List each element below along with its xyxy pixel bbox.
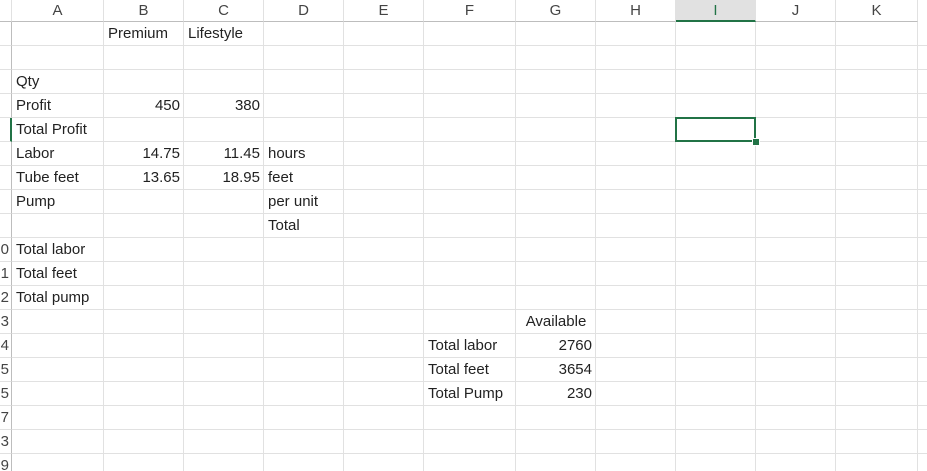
column-header-b[interactable]: B [104,0,184,22]
column-header-f[interactable]: F [424,0,516,22]
row-gridline [12,261,927,262]
row-gridline [12,285,927,286]
row-header[interactable]: 3 [0,310,12,334]
cell-d8[interactable]: per unit [264,190,344,214]
cell-b6[interactable]: 14.75 [104,142,184,166]
row-header[interactable] [0,166,12,190]
cell-a5[interactable]: Total Profit [12,118,104,142]
cell-f16[interactable]: Total Pump [424,382,516,406]
cell-c7[interactable]: 18.95 [184,166,264,190]
column-gridline [835,22,836,471]
row-gridline [12,69,927,70]
cell-b1[interactable]: Premium [104,22,184,46]
row-gridline [12,309,927,310]
cell-c6[interactable]: 11.45 [184,142,264,166]
cell-f15[interactable]: Total feet [424,358,516,382]
row-header[interactable]: 4 [0,334,12,358]
cell-f14[interactable]: Total labor [424,334,516,358]
cell-c1[interactable]: Lifestyle [184,22,264,46]
column-header-e[interactable]: E [344,0,424,22]
column-header-i[interactable]: I [676,0,756,22]
row-header[interactable] [0,70,12,94]
column-header-a[interactable]: A [12,0,104,22]
row-header[interactable]: 7 [0,406,12,430]
cell-a10[interactable]: Total labor [12,238,104,262]
row-header[interactable]: 3 [0,430,12,454]
column-gridline [675,22,676,471]
column-header-c[interactable]: C [184,0,264,22]
cell-g16[interactable]: 230 [516,382,596,406]
column-gridline [343,22,344,471]
column-header-d[interactable]: D [264,0,344,22]
column-header-j[interactable]: J [756,0,836,22]
cell-c4[interactable]: 380 [184,94,264,118]
row-header[interactable] [0,142,12,166]
column-header-k[interactable]: K [836,0,918,22]
row-header[interactable] [0,22,12,46]
row-gridline [12,429,927,430]
cell-d6[interactable]: hours [264,142,344,166]
cell-b7[interactable]: 13.65 [104,166,184,190]
cell-a8[interactable]: Pump [12,190,104,214]
row-header[interactable]: 5 [0,382,12,406]
row-gridline [12,213,927,214]
column-gridline [755,22,756,471]
cell-g13[interactable]: Available [516,310,596,334]
fill-handle[interactable] [752,138,760,146]
cell-a7[interactable]: Tube feet [12,166,104,190]
row-header[interactable] [0,94,12,118]
cell-d9[interactable]: Total [264,214,344,238]
row-header[interactable]: 2 [0,286,12,310]
cell-g14[interactable]: 2760 [516,334,596,358]
row-header[interactable] [0,46,12,70]
column-header-g[interactable]: G [516,0,596,22]
row-header[interactable]: 9 [0,454,12,471]
cell-a4[interactable]: Profit [12,94,104,118]
column-header-h[interactable]: H [596,0,676,22]
column-gridline [263,22,264,471]
select-all-corner[interactable] [0,0,12,22]
row-header[interactable]: 5 [0,358,12,382]
cell-g15[interactable]: 3654 [516,358,596,382]
row-header[interactable] [0,118,12,142]
cell-d7[interactable]: feet [264,166,344,190]
cell-a11[interactable]: Total feet [12,262,104,286]
cell-a3[interactable]: Qty [12,70,104,94]
row-header[interactable]: 1 [0,262,12,286]
cell-a6[interactable]: Labor [12,142,104,166]
row-header[interactable] [0,190,12,214]
active-cell-selection[interactable] [675,117,756,142]
cell-a12[interactable]: Total pump [12,286,104,310]
row-header[interactable] [0,214,12,238]
row-gridline [12,453,927,454]
cell-b4[interactable]: 450 [104,94,184,118]
column-gridline [183,22,184,471]
row-header[interactable]: 0 [0,238,12,262]
spreadsheet-grid[interactable]: ABCDEFGHIJK 0123455739 Premium Lifestyle Q… [0,0,927,471]
column-gridline [917,22,918,471]
row-gridline [12,237,927,238]
